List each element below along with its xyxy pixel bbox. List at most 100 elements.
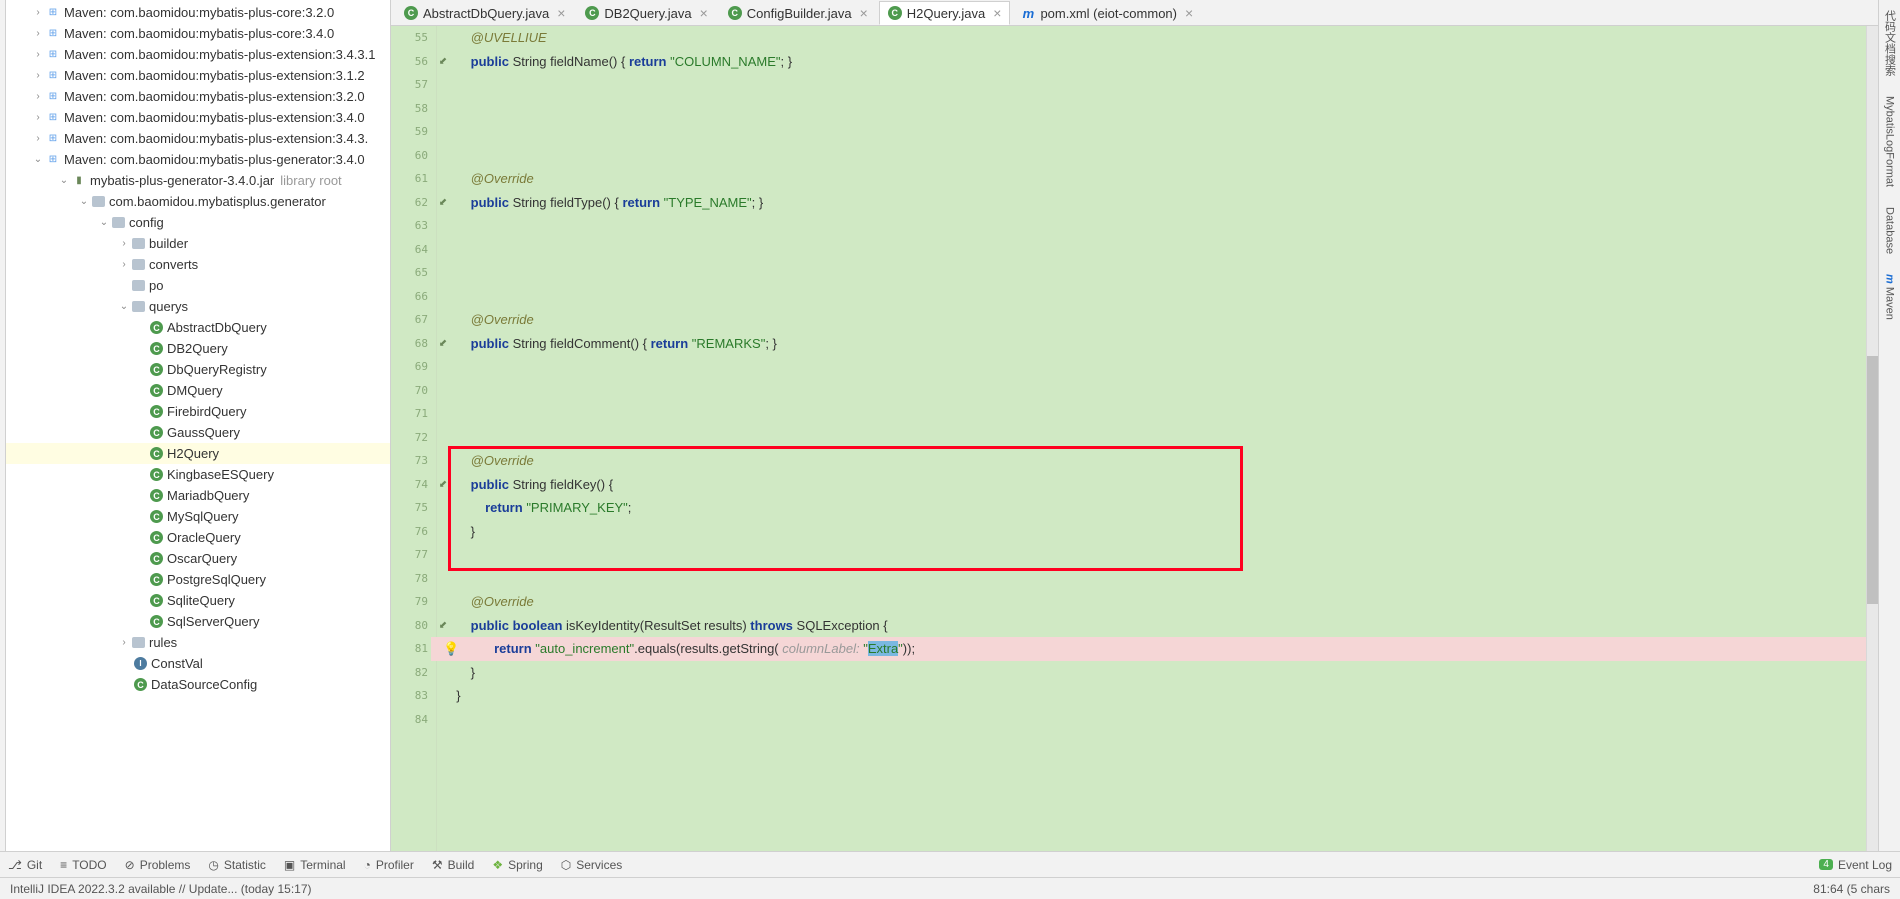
java-class-icon: C — [888, 6, 902, 20]
close-icon[interactable]: × — [993, 6, 1001, 20]
folder-icon — [132, 238, 145, 249]
list-icon: ≡ — [60, 858, 67, 872]
tree-label: Maven: com.baomidou:mybatis-plus-extensi… — [64, 47, 375, 62]
project-tree-panel[interactable]: ›⊞Maven: com.baomidou:mybatis-plus-core:… — [6, 0, 391, 851]
class-icon: C — [150, 594, 163, 607]
editor-tab[interactable]: CAbstractDbQuery.java× — [395, 1, 574, 25]
class-icon: C — [150, 384, 163, 397]
class-icon: C — [150, 510, 163, 523]
tree-maven-node[interactable]: ⌄⊞Maven: com.baomidou:mybatis-plus-gener… — [6, 149, 390, 170]
class-icon: C — [134, 678, 147, 691]
tree-maven-node[interactable]: ›⊞Maven: com.baomidou:mybatis-plus-exten… — [6, 65, 390, 86]
tree-label: DataSourceConfig — [151, 677, 257, 692]
tree-class-item[interactable]: CH2Query — [6, 443, 390, 464]
tree-folder-builder[interactable]: ›builder — [6, 233, 390, 254]
editor-tab[interactable]: CConfigBuilder.java× — [719, 1, 877, 25]
jar-icon: ▮ — [72, 174, 86, 188]
status-message[interactable]: IntelliJ IDEA 2022.3.2 available // Upda… — [10, 882, 312, 896]
tree-class-item[interactable]: C MySqlQuery — [6, 506, 390, 527]
tree-jar-node[interactable]: ⌄▮mybatis-plus-generator-3.4.0.jarlibrar… — [6, 170, 390, 191]
tree-maven-node[interactable]: ›⊞Maven: com.baomidou:mybatis-plus-core:… — [6, 2, 390, 23]
close-icon[interactable]: × — [557, 6, 565, 20]
tree-class-item[interactable]: CKingbaseESQuery — [6, 464, 390, 485]
tree-label: Maven: com.baomidou:mybatis-plus-extensi… — [64, 110, 365, 125]
right-tool-sidebar: 代码文档搜索 MybatisLogFormat Database m Maven — [1878, 0, 1900, 851]
tree-maven-node[interactable]: ›⊞Maven: com.baomidou:mybatis-plus-core:… — [6, 23, 390, 44]
right-tab-maven[interactable]: m Maven — [1884, 274, 1896, 320]
close-icon[interactable]: × — [860, 6, 868, 20]
right-tab[interactable]: 代码文档搜索 — [1882, 10, 1898, 76]
problems-tool-button[interactable]: ⊘Problems — [125, 858, 191, 872]
intention-bulb-icon[interactable]: 💡 — [443, 641, 459, 656]
override-gutter-icon[interactable]: ⬋ — [439, 479, 447, 490]
clock-icon: ◷ — [208, 858, 218, 872]
build-tool-button[interactable]: ⚒Build — [432, 858, 474, 872]
editor-tab[interactable]: CDB2Query.java× — [576, 1, 716, 25]
tree-folder-converts[interactable]: ›converts — [6, 254, 390, 275]
chevron-down-icon: ⌄ — [34, 154, 42, 165]
tree-class-item[interactable]: CAbstractDbQuery — [6, 317, 390, 338]
folder-icon — [112, 217, 125, 228]
event-log-button[interactable]: 4Event Log — [1819, 858, 1892, 872]
terminal-tool-button[interactable]: ▣Terminal — [284, 858, 346, 872]
spring-tool-button[interactable]: ❖Spring — [492, 858, 542, 872]
override-gutter-icon[interactable]: ⬋ — [439, 620, 447, 631]
tree-maven-node[interactable]: ›⊞Maven: com.baomidou:mybatis-plus-exten… — [6, 86, 390, 107]
override-gutter-icon[interactable]: ⬋ — [439, 56, 447, 67]
editor-scrollbar[interactable] — [1866, 26, 1878, 851]
editor-tab[interactable]: CH2Query.java× — [879, 1, 1011, 25]
cursor-position: 81:64 (5 chars — [1813, 882, 1890, 896]
editor-tab[interactable]: mpom.xml (eiot-common)× — [1012, 1, 1202, 25]
chevron-right-icon: › — [36, 133, 39, 144]
library-icon: ⊞ — [46, 6, 60, 20]
tree-class-item[interactable]: COracleQuery — [6, 527, 390, 548]
class-icon: C — [150, 615, 163, 628]
tree-class-item[interactable]: CSqliteQuery — [6, 590, 390, 611]
statistic-tool-button[interactable]: ◷Statistic — [208, 858, 266, 872]
tree-package-node[interactable]: ⌄com.baomidou.mybatisplus.generator — [6, 191, 390, 212]
override-gutter-icon[interactable]: ⬋ — [439, 197, 447, 208]
tree-folder-po[interactable]: po — [6, 275, 390, 296]
tree-folder-config[interactable]: ⌄config — [6, 212, 390, 233]
event-badge: 4 — [1819, 859, 1833, 870]
tree-folder-querys[interactable]: ⌄querys — [6, 296, 390, 317]
tree-class-item[interactable]: CDMQuery — [6, 380, 390, 401]
tree-class-item[interactable]: CGaussQuery — [6, 422, 390, 443]
tab-label: DB2Query.java — [604, 6, 691, 21]
editor-tabs: CAbstractDbQuery.java×CDB2Query.java×CCo… — [391, 0, 1878, 26]
tree-class-item[interactable]: CMariadbQuery — [6, 485, 390, 506]
right-tab[interactable]: MybatisLogFormat — [1884, 96, 1896, 187]
override-gutter-icon[interactable]: ⬋ — [439, 338, 447, 349]
services-tool-button[interactable]: ⬡Services — [561, 858, 623, 872]
tree-class-item[interactable]: COscarQuery — [6, 548, 390, 569]
tree-maven-node[interactable]: ›⊞Maven: com.baomidou:mybatis-plus-exten… — [6, 128, 390, 149]
tree-label: querys — [149, 299, 188, 314]
tree-class-item[interactable]: CFirebirdQuery — [6, 401, 390, 422]
tree-class-dsconfig[interactable]: C DataSourceConfig — [6, 674, 390, 695]
tree-maven-node[interactable]: ›⊞Maven: com.baomidou:mybatis-plus-exten… — [6, 107, 390, 128]
class-icon: C — [150, 447, 163, 460]
tree-maven-node[interactable]: ›⊞Maven: com.baomidou:mybatis-plus-exten… — [6, 44, 390, 65]
tree-class-constval[interactable]: IConstVal — [6, 653, 390, 674]
tree-class-item[interactable]: CDB2Query — [6, 338, 390, 359]
close-icon[interactable]: × — [1185, 6, 1193, 20]
hammer-icon: ⚒ — [432, 858, 443, 872]
tree-label: MySqlQuery — [167, 509, 239, 524]
tool-window-bar: ⎇Git ≡TODO ⊘Problems ◷Statistic ▣Termina… — [0, 851, 1900, 877]
code-area[interactable]: @UVELLIUE public String fieldName() { re… — [449, 26, 1866, 851]
editor-section: CAbstractDbQuery.java×CDB2Query.java×CCo… — [391, 0, 1878, 851]
editor-body[interactable]: 5556575859606162636465666768697071727374… — [391, 26, 1878, 851]
class-icon: C — [150, 363, 163, 376]
scrollbar-thumb[interactable] — [1867, 356, 1878, 604]
git-tool-button[interactable]: ⎇Git — [8, 858, 42, 872]
right-tab[interactable]: Database — [1884, 207, 1896, 254]
tree-class-item[interactable]: CSqlServerQuery — [6, 611, 390, 632]
tree-label: Maven: com.baomidou:mybatis-plus-extensi… — [64, 68, 365, 83]
tree-class-item[interactable]: CPostgreSqlQuery — [6, 569, 390, 590]
close-icon[interactable]: × — [700, 6, 708, 20]
tree-folder-rules[interactable]: ›rules — [6, 632, 390, 653]
profiler-tool-button[interactable]: ◔Profiler — [364, 858, 414, 872]
tree-class-item[interactable]: CDbQueryRegistry — [6, 359, 390, 380]
todo-tool-button[interactable]: ≡TODO — [60, 858, 106, 872]
tree-label: rules — [149, 635, 177, 650]
